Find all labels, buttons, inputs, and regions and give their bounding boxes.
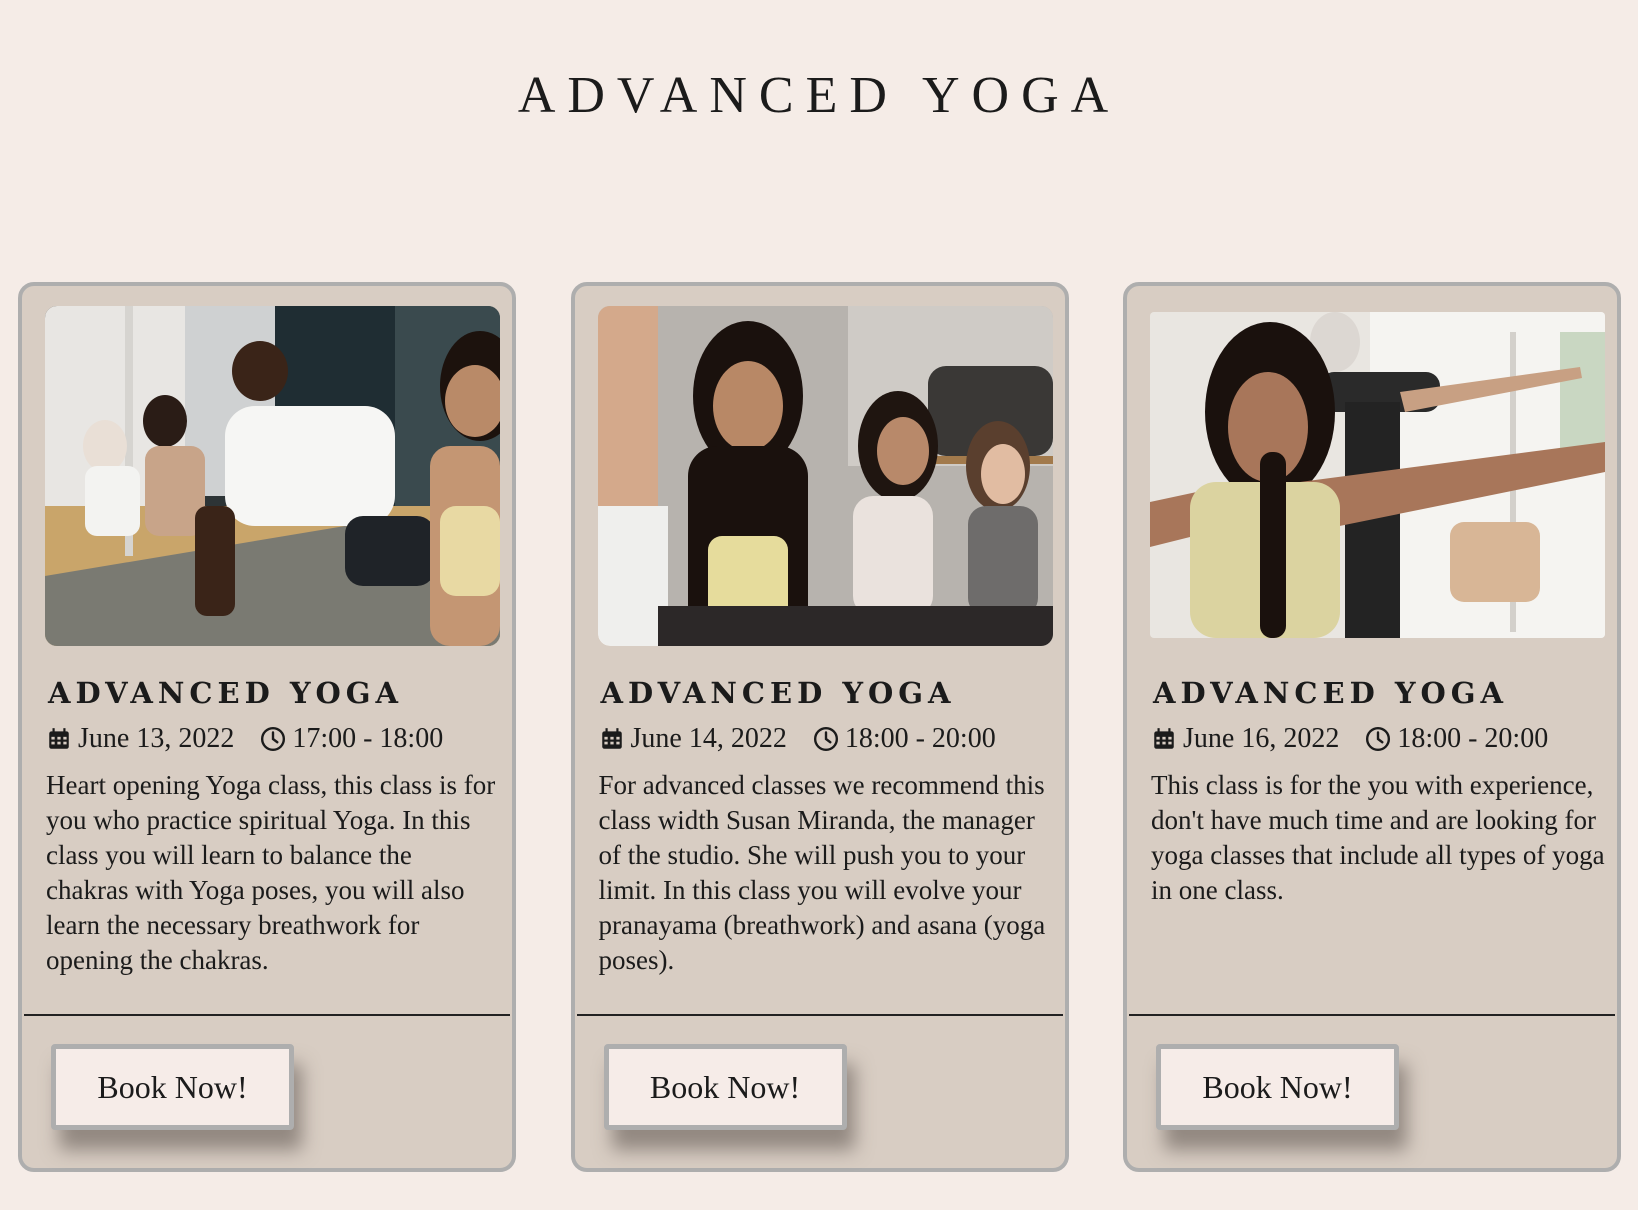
book-now-button[interactable]: Book Now! [603, 1044, 847, 1130]
class-schedule: June 14, 2022 18:00 - 20:00 [599, 723, 996, 755]
class-schedule: June 13, 2022 17:00 - 18:00 [46, 723, 443, 755]
clock-icon [260, 726, 286, 752]
card-title: ADVANCED YOGA [600, 676, 956, 710]
class-description: For advanced classes we recommend this c… [598, 770, 1046, 975]
class-time: 18:00 - 20:00 [844, 723, 996, 754]
class-date: June 16, 2022 [1183, 723, 1340, 754]
card-divider [1129, 1014, 1615, 1016]
class-card: ADVANCED YOGA June 13, 2022 17:00 - 18:0… [18, 282, 516, 1172]
calendar-icon [1151, 726, 1177, 752]
book-now-button[interactable]: Book Now! [51, 1044, 294, 1130]
class-date: June 13, 2022 [78, 723, 235, 754]
clock-icon [813, 726, 839, 752]
book-now-button[interactable]: Book Now! [1156, 1044, 1399, 1130]
class-time: 18:00 - 20:00 [1397, 723, 1549, 754]
class-date: June 14, 2022 [630, 723, 787, 754]
yoga-class-photo [45, 306, 500, 646]
class-card: ADVANCED YOGA June 14, 2022 18:00 - 20:0… [570, 282, 1069, 1172]
yoga-class-photo [1150, 312, 1605, 638]
class-description: Heart opening Yoga class, this class is … [46, 770, 496, 975]
class-cards: ADVANCED YOGA June 13, 2022 17:00 - 18:0… [18, 282, 1621, 1172]
calendar-icon [599, 726, 625, 752]
calendar-icon [46, 726, 72, 752]
card-title: ADVANCED YOGA [48, 676, 404, 710]
card-divider [24, 1014, 510, 1016]
clock-icon [1365, 726, 1391, 752]
card-title: ADVANCED YOGA [1153, 676, 1509, 710]
class-time: 17:00 - 18:00 [292, 723, 444, 754]
class-description: This class is for the you with experienc… [1151, 770, 1605, 905]
yoga-class-photo [597, 306, 1053, 646]
page-title: ADVANCED YOGA [517, 67, 1121, 124]
card-divider [576, 1014, 1063, 1016]
class-card: ADVANCED YOGA June 16, 2022 18:00 - 20:0… [1123, 282, 1621, 1172]
class-schedule: June 16, 2022 18:00 - 20:00 [1151, 723, 1548, 755]
